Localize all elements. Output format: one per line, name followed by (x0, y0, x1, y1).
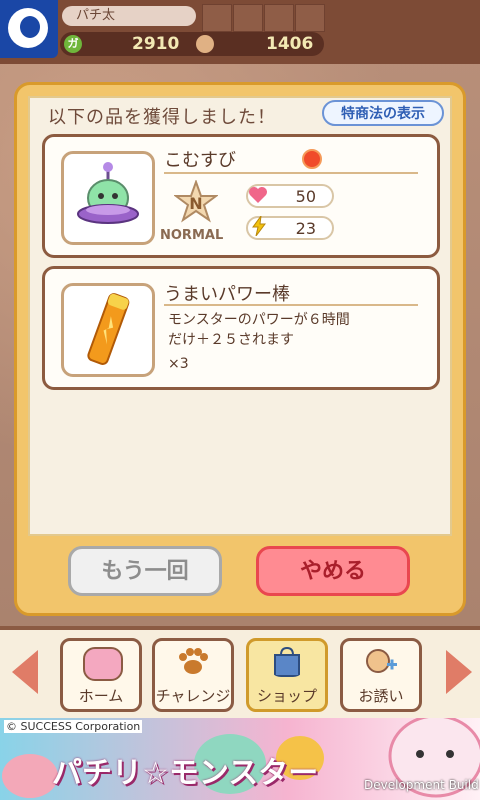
nav-shop[interactable]: ショップ (246, 638, 328, 712)
nav-left-arrow-icon[interactable] (12, 650, 38, 694)
modal-title: 以下の品を獲得しました！ (48, 107, 276, 128)
hp-value: 50 (295, 187, 316, 206)
banner-logo-text: パチリ☆モンスター (52, 756, 319, 791)
top-bar-wave-border (0, 54, 480, 68)
monster-thumbnail (61, 151, 155, 245)
description-line: だけ＋２５されます (168, 332, 294, 348)
item-description: モンスターのパワーが６時間 だけ＋２５されます (168, 310, 350, 350)
shopping-bag-icon (274, 647, 300, 677)
draw-again-button[interactable]: もう一回 (68, 546, 222, 596)
fire-element-icon (302, 149, 322, 169)
commercial-law-button[interactable]: 特商法の表示 (322, 100, 444, 126)
empty-slot (233, 4, 263, 32)
rank-letter: N (189, 194, 202, 213)
item-name: うまいパワー棒 (164, 284, 290, 305)
player-name: パチ太 (62, 6, 196, 26)
monster-point-count: 1406 (266, 34, 314, 54)
coin-icon: ガ (64, 35, 82, 53)
alien-monster-icon (77, 162, 139, 224)
quit-button[interactable]: やめる (256, 546, 410, 596)
app-logo-icon (0, 0, 58, 58)
heart-icon (249, 187, 267, 203)
nav-label: チャレンジ (155, 687, 231, 705)
paw-icon (179, 648, 208, 674)
nav-right-arrow-icon[interactable] (446, 650, 472, 694)
copyright-text: © SUCCESS Corporation (4, 720, 143, 733)
dev-build-label: Development Build (364, 778, 479, 792)
power-value: 23 (295, 219, 316, 238)
item-name-underline (164, 172, 418, 174)
item-thumbnail (61, 283, 155, 377)
rank-label: NORMAL (160, 228, 224, 243)
power-stick-icon (87, 293, 130, 365)
nav-home[interactable]: ホーム (60, 638, 142, 712)
empty-slot (202, 4, 232, 32)
empty-slot (295, 4, 325, 32)
item-quantity: ×3 (168, 356, 189, 372)
reward-card-monster (42, 134, 440, 258)
item-name: こむすび (164, 150, 236, 171)
invite-character-icon (366, 649, 397, 673)
nav-label: ホーム (78, 687, 124, 705)
home-blob-icon (83, 647, 123, 681)
item-name-underline (164, 304, 418, 306)
description-line: モンスターのパワーが６時間 (168, 312, 350, 328)
empty-slot (264, 4, 294, 32)
nav-challenge[interactable]: チャレンジ (152, 638, 234, 712)
nav-invite[interactable]: お誘い (340, 638, 422, 712)
nav-label: お誘い (358, 687, 404, 705)
monster-face-icon (196, 35, 214, 53)
lightning-bolt-icon (252, 216, 266, 236)
nav-label: ショップ (256, 687, 317, 705)
rank-star-icon: N (174, 180, 218, 223)
coin-count: 2910 (132, 34, 180, 54)
